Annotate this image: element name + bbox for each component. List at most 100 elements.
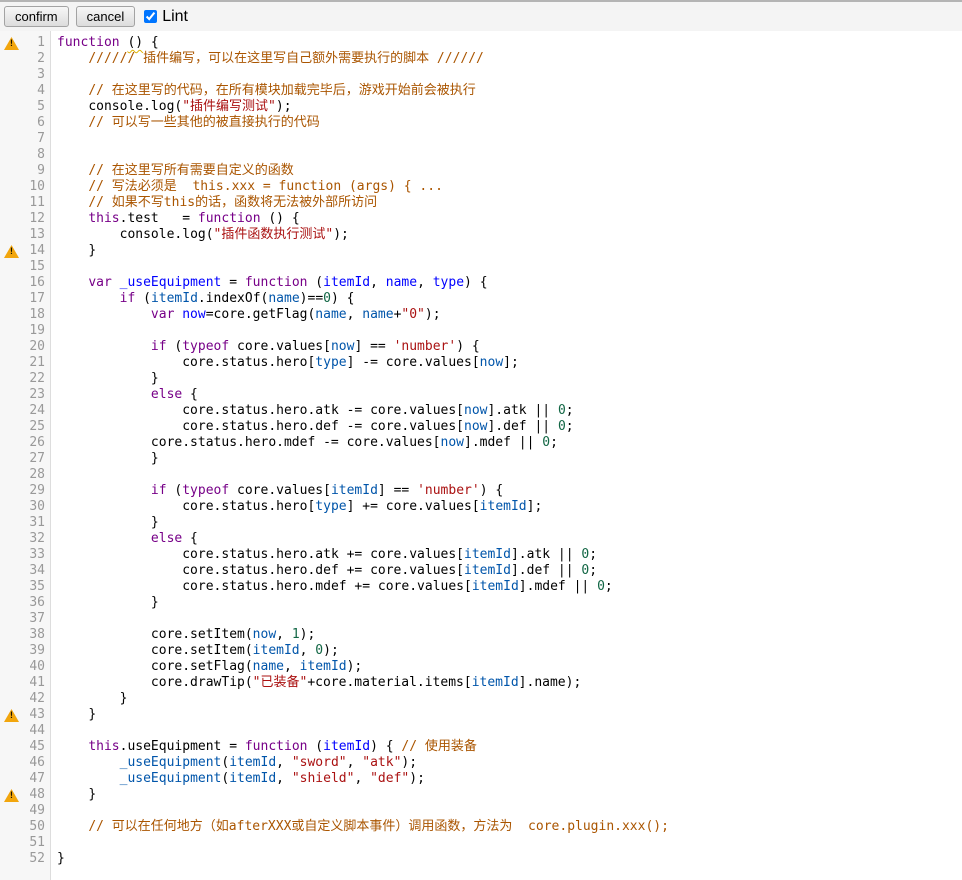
code-line[interactable]: 12 this.test = function () { xyxy=(0,211,962,227)
lint-toggle: Lint xyxy=(144,8,188,26)
code-line[interactable]: 32 else { xyxy=(0,531,962,547)
line-number: 47 xyxy=(29,771,52,787)
confirm-button[interactable]: confirm xyxy=(4,6,69,27)
gutter-cell: 34 xyxy=(0,563,52,579)
code-text: core.setFlag(name, itemId); xyxy=(52,659,362,675)
code-token: itemId xyxy=(464,547,511,562)
code-line[interactable]: 19 xyxy=(0,323,962,339)
code-text: } xyxy=(52,691,127,707)
code-line[interactable]: 4 // 在这里写的代码，在所有模块加载完毕后，游戏开始前会被执行 xyxy=(0,83,962,99)
code-line[interactable]: 10 // 写法必须是 this.xxx = function (args) {… xyxy=(0,179,962,195)
line-number: 15 xyxy=(29,259,52,275)
code-token: } xyxy=(151,451,159,466)
code-line[interactable]: 49 xyxy=(0,803,962,819)
code-token: itemId xyxy=(464,563,511,578)
code-token: ] == xyxy=(378,483,417,498)
code-line[interactable]: 17 if (itemId.indexOf(name)==0) { xyxy=(0,291,962,307)
gutter-cell: 40 xyxy=(0,659,52,675)
code-line[interactable]: 29 if (typeof core.values[itemId] == 'nu… xyxy=(0,483,962,499)
code-token: // 如果不写this的话，函数将无法被外部所访问 xyxy=(88,195,377,210)
gutter-cell: 4 xyxy=(0,83,52,99)
code-line[interactable]: 33 core.status.hero.atk += core.values[i… xyxy=(0,547,962,563)
code-line[interactable]: 21 core.status.hero[type] -= core.values… xyxy=(0,355,962,371)
line-number: 30 xyxy=(29,499,52,515)
code-line[interactable]: 15 xyxy=(0,259,962,275)
code-text: // 写法必须是 this.xxx = function (args) { ..… xyxy=(52,179,443,195)
code-line[interactable]: 25 core.status.hero.def -= core.values[n… xyxy=(0,419,962,435)
lint-warning-icon[interactable]: ! xyxy=(4,789,19,802)
code-line[interactable]: 3 xyxy=(0,67,962,83)
code-line[interactable]: 36 } xyxy=(0,595,962,611)
code-line[interactable]: !43 } xyxy=(0,707,962,723)
code-line[interactable]: 28 xyxy=(0,467,962,483)
code-token: name xyxy=(315,307,346,322)
code-line[interactable]: 38 core.setItem(now, 1); xyxy=(0,627,962,643)
code-line[interactable]: 52} xyxy=(0,851,962,867)
code-token: ] -= core.values[ xyxy=(347,355,480,370)
code-text xyxy=(52,67,57,83)
code-line[interactable]: 46 _useEquipment(itemId, "sword", "atk")… xyxy=(0,755,962,771)
code-line[interactable]: !14 } xyxy=(0,243,962,259)
code-line[interactable]: 26 core.status.hero.mdef -= core.values[… xyxy=(0,435,962,451)
code-token: ; xyxy=(589,547,597,562)
code-line[interactable]: 40 core.setFlag(name, itemId); xyxy=(0,659,962,675)
code-line[interactable]: !1function () { xyxy=(0,35,962,51)
code-line[interactable]: 8 xyxy=(0,147,962,163)
code-line[interactable]: 24 core.status.hero.atk -= core.values[n… xyxy=(0,403,962,419)
line-number: 40 xyxy=(29,659,52,675)
code-line[interactable]: 41 core.drawTip("已装备"+core.material.item… xyxy=(0,675,962,691)
code-line[interactable]: 30 core.status.hero[type] += core.values… xyxy=(0,499,962,515)
code-line[interactable]: 42 } xyxy=(0,691,962,707)
code-line[interactable]: 5 console.log("插件编写测试"); xyxy=(0,99,962,115)
code-line[interactable]: 44 xyxy=(0,723,962,739)
code-line[interactable]: 35 core.status.hero.mdef += core.values[… xyxy=(0,579,962,595)
code-line[interactable]: 51 xyxy=(0,835,962,851)
cancel-button[interactable]: cancel xyxy=(76,6,136,27)
code-line[interactable]: 23 else { xyxy=(0,387,962,403)
code-line[interactable]: 34 core.status.hero.def += core.values[i… xyxy=(0,563,962,579)
code-token: .test = xyxy=(120,211,198,226)
code-line[interactable]: 6 // 可以写一些其他的被直接执行的代码 xyxy=(0,115,962,131)
code-token: ////// 插件编写，可以在这里写自己额外需要执行的脚本 ////// xyxy=(88,51,484,66)
code-line[interactable]: 7 xyxy=(0,131,962,147)
code-line[interactable]: 2 ////// 插件编写，可以在这里写自己额外需要执行的脚本 ////// xyxy=(0,51,962,67)
code-token: core.status.hero.atk += core.values[ xyxy=(182,547,464,562)
code-token: ; xyxy=(605,579,613,594)
code-editor[interactable]: !1function () {2 ////// 插件编写，可以在这里写自己额外需… xyxy=(0,31,962,880)
lint-warning-icon[interactable]: ! xyxy=(4,709,19,722)
lint-warning-icon[interactable]: ! xyxy=(4,245,19,258)
code-line[interactable]: 31 } xyxy=(0,515,962,531)
code-line[interactable]: 13 console.log("插件函数执行测试"); xyxy=(0,227,962,243)
code-line[interactable]: 27 } xyxy=(0,451,962,467)
code-text: // 在这里写所有需要自定义的函数 xyxy=(52,163,294,179)
code-line[interactable]: 45 this.useEquipment = function (itemId)… xyxy=(0,739,962,755)
gutter-cell: 23 xyxy=(0,387,52,403)
code-line[interactable]: 16 var _useEquipment = function (itemId,… xyxy=(0,275,962,291)
code-token: 0 xyxy=(597,579,605,594)
code-line[interactable]: !48 } xyxy=(0,787,962,803)
lint-checkbox[interactable] xyxy=(144,10,157,23)
code-line[interactable]: 11 // 如果不写this的话，函数将无法被外部所访问 xyxy=(0,195,962,211)
code-line[interactable]: 47 _useEquipment(itemId, "shield", "def"… xyxy=(0,771,962,787)
code-line[interactable]: 9 // 在这里写所有需要自定义的函数 xyxy=(0,163,962,179)
line-number: 3 xyxy=(37,67,52,83)
code-token: var xyxy=(88,275,111,290)
code-token: { xyxy=(182,531,198,546)
code-line[interactable]: 22 } xyxy=(0,371,962,387)
code-token: 1 xyxy=(292,627,300,642)
code-token: _useEquipment xyxy=(120,275,222,290)
code-line[interactable]: 39 core.setItem(itemId, 0); xyxy=(0,643,962,659)
lint-warning-icon[interactable]: ! xyxy=(4,37,19,50)
code-token: ); xyxy=(323,643,339,658)
code-token: // 可以在任何地方（如afterXXX或自定义脚本事件）调用函数，方法为 co… xyxy=(88,819,669,834)
code-line[interactable]: 18 var now=core.getFlag(name, name+"0"); xyxy=(0,307,962,323)
code-token: ) { xyxy=(370,739,401,754)
code-line[interactable]: 20 if (typeof core.values[now] == 'numbe… xyxy=(0,339,962,355)
code-line[interactable]: 37 xyxy=(0,611,962,627)
code-line[interactable]: 50 // 可以在任何地方（如afterXXX或自定义脚本事件）调用函数，方法为… xyxy=(0,819,962,835)
code-token: "插件函数执行测试" xyxy=(214,227,334,242)
code-token: var xyxy=(151,307,174,322)
code-text: ////// 插件编写，可以在这里写自己额外需要执行的脚本 ////// xyxy=(52,51,484,67)
line-number: 44 xyxy=(29,723,52,739)
code-token: )== xyxy=(300,291,323,306)
